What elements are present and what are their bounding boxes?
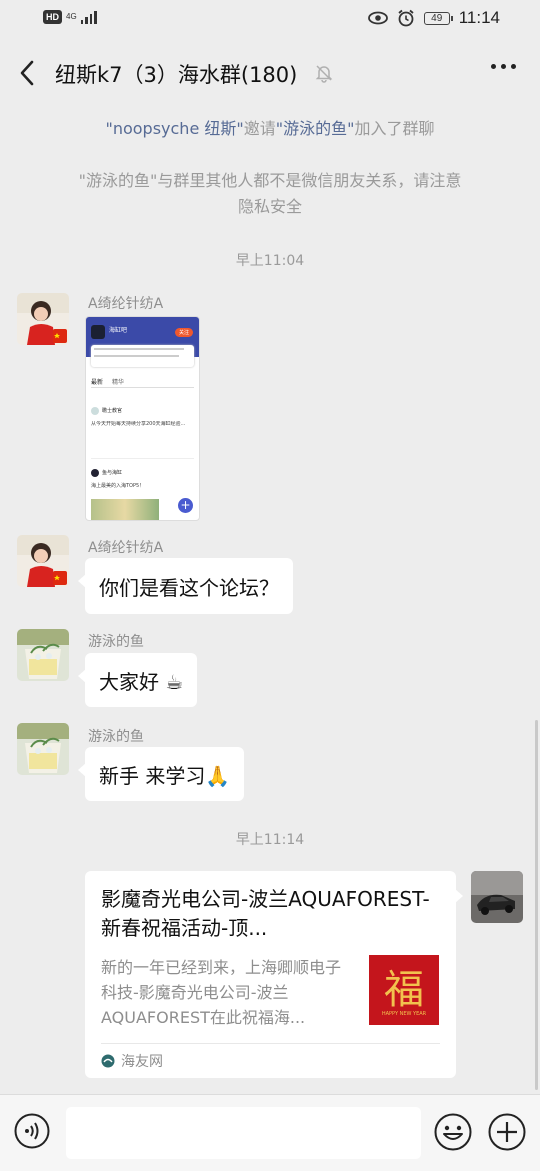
system-privacy-message: "游泳的鱼"与群里其他人都不是微信朋友关系，请注意 隐私安全 (0, 168, 540, 220)
message-text: 你们是看这个论坛？ (99, 575, 279, 600)
title-bar: 纽斯k7（3）海水群(180) (0, 44, 540, 104)
back-button[interactable] (12, 58, 42, 88)
voice-icon[interactable] (14, 1113, 50, 1149)
sender-name: A绮纶针纺A (88, 296, 164, 312)
message-bubble[interactable]: 你们是看这个论坛？ (78, 558, 293, 614)
timestamp: 早上11:14 (235, 832, 305, 848)
link-card[interactable]: 影魔奇光电公司-波兰AQUAFOREST-新春祝福活动-顶... 新的一年已经到… (85, 871, 463, 1078)
preview-author-avatar (91, 469, 99, 477)
message-text: 新手 来学习🙏 (99, 763, 231, 788)
preview-follow-badge: 关注 (174, 328, 193, 337)
preview-logo-icon (91, 325, 105, 339)
input-bar (0, 1094, 540, 1171)
link-card-title: 影魔奇光电公司-波兰AQUAFOREST-新春祝福活动-顶... (101, 887, 430, 940)
link-card-source: 海友网 (101, 1051, 163, 1071)
sender-name: 游泳的鱼 (88, 729, 144, 745)
hd-badge: HD (43, 10, 62, 24)
message-bubble[interactable]: 新手 来学习🙏 (77, 747, 245, 801)
preview-line (94, 348, 184, 350)
avatar-girl[interactable] (17, 293, 69, 345)
avatar-fish[interactable] (17, 723, 69, 775)
privacy-line-2: 隐私安全 (237, 197, 302, 216)
preview-forum-name: 海缸吧 (109, 327, 128, 334)
preview-post-author: 瞻士教官 (102, 408, 123, 414)
preview-author-avatar (91, 407, 99, 415)
status-time: 11:14 (458, 8, 500, 27)
invitee-name[interactable]: "游泳的鱼" (276, 119, 355, 138)
avatar-girl-image (17, 535, 69, 587)
thumb-fu-char: 福 (384, 967, 424, 1013)
scrollbar[interactable] (535, 720, 538, 1090)
inviter-name[interactable]: "noopsyche 纽斯" (105, 119, 243, 138)
status-bar: HD 4G 49 11:14 (0, 0, 540, 40)
timestamp: 早上11:04 (235, 253, 305, 269)
more-icon-dot (491, 64, 496, 69)
preview-divider (91, 387, 194, 388)
avatar-self-car[interactable] (471, 871, 523, 923)
preview-divider (91, 458, 194, 459)
more-icon-dot (511, 64, 516, 69)
thumb-caption: HAPPY NEW YEAR (381, 1011, 427, 1017)
chat-title: 纽斯k7（3）海水群(180) (55, 63, 298, 87)
back-icon (20, 60, 34, 86)
avatar-drink-image (17, 629, 69, 681)
avatar-fish[interactable] (17, 629, 69, 681)
invite-suffix: 加入了群聊 (354, 119, 435, 138)
eye-icon (367, 11, 388, 25)
network-type-label: 4G (66, 12, 77, 21)
status-right: 49 11:14 (367, 8, 500, 28)
avatar-girl-image (17, 293, 69, 345)
mute-bell-icon (315, 65, 333, 83)
preview-post-text: 从今天开始每天持续分享200天海缸经验... (91, 421, 186, 427)
emoji-icon[interactable] (434, 1113, 472, 1151)
alarm-icon (398, 9, 414, 27)
sender-name: 游泳的鱼 (88, 634, 144, 650)
preview-photo (91, 499, 159, 520)
more-button[interactable] (491, 64, 516, 69)
message-bubble[interactable]: 大家好 ☕ (77, 653, 198, 707)
avatar-car-image (471, 871, 523, 923)
preview-add-icon: + (178, 498, 193, 513)
source-logo-icon (101, 1054, 115, 1068)
preview-second-author: 鱼与海缸 (102, 470, 123, 476)
more-icon-dot (501, 64, 506, 69)
signal-icon (80, 10, 97, 24)
avatar-drink-image (17, 723, 69, 775)
image-message[interactable]: 海缸吧 关注 最新 精华 瞻士教官 从今天开始每天持续分享200天海缸经验...… (85, 316, 200, 521)
message-text: 大家好 ☕ (99, 669, 184, 694)
link-card-source-name: 海友网 (121, 1054, 163, 1070)
plus-icon[interactable] (488, 1113, 526, 1151)
network-type: 4G (66, 13, 77, 21)
avatar-girl[interactable] (17, 535, 69, 587)
preview-line (94, 355, 179, 357)
preview-tab-hot: 精华 (112, 379, 125, 386)
status-left: HD 4G (43, 10, 97, 24)
link-card-thumbnail: 福 HAPPY NEW YEAR (369, 955, 439, 1025)
link-card-divider (101, 1043, 440, 1044)
battery-icon: 49 (423, 11, 453, 25)
preview-tab-latest: 最新 (91, 379, 104, 386)
battery-level: 49 (431, 12, 443, 24)
preview-second-text: 海上最美的入海TOP5！ (91, 483, 145, 489)
link-card-description: 新的一年已经到来，上海卿顺电子科技-影魔奇光电公司-波兰AQUAFOREST在此… (101, 958, 342, 1027)
sender-name: A绮纶针纺A (88, 540, 164, 556)
invite-verb: 邀请 (243, 119, 276, 138)
system-invite-message: "noopsyche 纽斯"邀请"游泳的鱼"加入了群聊 (0, 116, 540, 142)
privacy-line-1: "游泳的鱼"与群里其他人都不是微信朋友关系，请注意 (78, 171, 462, 190)
message-input[interactable] (66, 1107, 421, 1159)
